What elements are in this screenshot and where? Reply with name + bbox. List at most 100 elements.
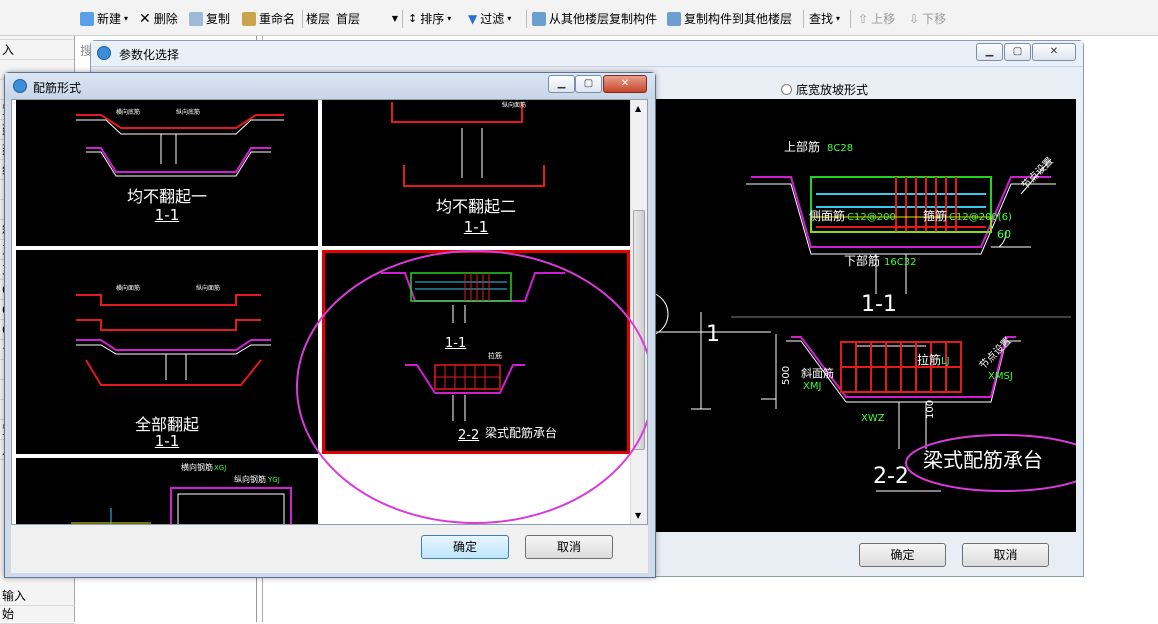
dim-100-label: 100 xyxy=(925,400,936,419)
move-up-label: 上移 xyxy=(871,12,896,26)
close-button[interactable]: ✕ xyxy=(1032,43,1076,61)
bottom-rebar-value: 16C32 xyxy=(884,257,916,268)
dim-500-label: 500 xyxy=(781,366,792,385)
param-ok-button[interactable]: 确定 xyxy=(859,543,946,567)
left-panel-bottom-row[interactable]: 输入 xyxy=(0,586,75,606)
sort-label: 排序 xyxy=(420,12,445,26)
rebar-option-3[interactable]: 横向面筋 纵向面筋 全部翻起 1-1 xyxy=(16,250,318,454)
outside-section-label: 1 xyxy=(706,322,720,347)
filter-icon: ▼ xyxy=(468,12,478,26)
horizontal-bottom-label: 横向底筋 xyxy=(116,108,140,116)
copy-to-floor-icon xyxy=(667,12,681,26)
dropdown-arrow-icon: ▾ xyxy=(836,14,841,23)
longitudinal-face-label: 纵向面筋 xyxy=(502,101,526,109)
top-rebar-label: 上部筋 xyxy=(784,139,820,154)
rebar-option-4-section-top: 1-1 xyxy=(445,336,467,351)
side-rebar-label: 侧面筋 xyxy=(809,208,845,223)
rebar-dialog-titlebar: 配筋形式 ▁ ▢ ✕ xyxy=(5,73,655,99)
floor-select-value: 首层 xyxy=(336,12,361,26)
scroll-down-icon[interactable]: ▼ xyxy=(635,511,641,520)
longitudinal-bottom-label: 纵向底筋 xyxy=(176,108,200,116)
preview-drawing: 上部筋 8C28 侧面筋 C12@200 箍筋 C12@200(6) 下部筋 1… xyxy=(645,139,1101,492)
arrow-up-icon: ⇧ xyxy=(858,12,869,26)
rename-icon xyxy=(242,12,256,26)
copy-label: 复制 xyxy=(206,12,231,26)
rebar-option-3-section: 1-1 xyxy=(154,432,180,450)
floor-label-text: 楼层 xyxy=(306,12,331,26)
rebar-option-2-section: 1-1 xyxy=(463,218,489,236)
close-button[interactable]: ✕ xyxy=(603,75,647,93)
node-settings-label: 节点设置 xyxy=(1019,155,1056,192)
minimize-button[interactable]: ▁ xyxy=(548,75,575,93)
radio-icon[interactable] xyxy=(781,84,792,95)
rebar-option-2[interactable]: 纵向面筋 均不翻起二 1-1 xyxy=(322,100,630,246)
rebar-option-5-drawing: 横向钢筋 XGJ 纵向钢筋 YGJ xyxy=(71,462,292,524)
rebar-option-1-name: 均不翻起一 xyxy=(126,187,207,206)
copy-button[interactable]: 复制 xyxy=(189,10,230,28)
top-rebar-value: 8C28 xyxy=(827,143,853,154)
toolbar-separator xyxy=(302,10,303,28)
radio-label: 底宽放坡形式 xyxy=(796,83,869,97)
rebar-gallery: 横向底筋 纵向底筋 均不翻起一 1-1 纵向面筋 均不翻起二 1-1 横向面筋 … xyxy=(11,99,648,525)
rebar-ok-button[interactable]: 确定 xyxy=(421,535,509,559)
new-button[interactable]: 新建 ▾ xyxy=(80,10,128,28)
rename-label: 重命名 xyxy=(259,12,296,26)
rename-button[interactable]: 重命名 xyxy=(242,10,295,28)
xwz-label: XWZ xyxy=(861,413,885,424)
angle-label: 60 xyxy=(997,228,1011,241)
floor-select[interactable]: 首层 ▼ xyxy=(336,10,398,28)
maximize-button[interactable]: ▢ xyxy=(575,75,602,93)
dropdown-arrow-icon: ▾ xyxy=(447,14,452,23)
delete-button[interactable]: ✕ 删除 xyxy=(139,10,178,28)
xgj-label: XGJ xyxy=(214,464,226,472)
scrollbar-thumb[interactable] xyxy=(633,210,645,450)
dropdown-arrow-icon: ▾ xyxy=(124,14,129,23)
preview-caption: 梁式配筋承台 xyxy=(923,448,1043,472)
rebar-option-4-selected[interactable]: 1-1 拉筋 2-2 梁式配筋承台 xyxy=(322,250,630,454)
left-panel-bottom-row[interactable]: 始 xyxy=(0,604,75,624)
rebar-option-2-name: 均不翻起二 xyxy=(435,197,516,216)
copy-to-floor-button[interactable]: 复制构件到其他楼层 xyxy=(667,10,792,28)
move-down-button[interactable]: ⇩ 下移 xyxy=(909,10,946,28)
sort-icon: ↕ xyxy=(408,12,418,25)
toolbar-separator xyxy=(803,10,804,28)
chevron-down-icon: ▼ xyxy=(391,14,398,23)
param-cancel-button[interactable]: 取消 xyxy=(962,543,1049,567)
minimize-button[interactable]: ▁ xyxy=(976,43,1003,61)
left-panel-row[interactable]: 入 xyxy=(0,40,74,60)
sort-button[interactable]: ↕ 排序 ▾ xyxy=(408,10,451,28)
new-label: 新建 xyxy=(97,12,122,26)
rebar-cancel-button[interactable]: 取消 xyxy=(525,535,613,559)
move-down-label: 下移 xyxy=(922,12,947,26)
radio-bottom-width-slope[interactable]: 底宽放坡形式 xyxy=(781,81,868,98)
maximize-button[interactable]: ▢ xyxy=(1004,43,1031,61)
move-up-button[interactable]: ⇧ 上移 xyxy=(858,10,895,28)
bottom-rebar-label: 下部筋 xyxy=(844,253,880,268)
copy-from-floor-icon xyxy=(532,12,546,26)
preview-canvas: 上部筋 8C28 侧面筋 C12@200 箍筋 C12@200(6) 下部筋 1… xyxy=(645,99,1101,532)
scroll-up-icon[interactable]: ▲ xyxy=(635,104,641,113)
rebar-option-4-section: 2-2 xyxy=(458,428,480,443)
section-1-1-label: 1-1 xyxy=(861,292,897,317)
longitudinal-face-label-3: 纵向面筋 xyxy=(196,284,220,292)
toolbar-separator xyxy=(526,10,527,28)
node-settings-label-2: 节点设置 xyxy=(977,335,1014,372)
filter-label: 过滤 xyxy=(480,12,505,26)
copy-from-floor-button[interactable]: 从其他楼层复制构件 xyxy=(532,10,657,28)
toolbar: 新建 ▾ ✕ 删除 复制 重命名 楼层 首层 ▼ ↕ 排序 ▾ ▼ 过滤 ▾ 从其他楼层复制构… xyxy=(0,0,1158,36)
copy-to-floor-label: 复制构件到其他楼层 xyxy=(684,12,793,26)
section-2-2-label: 2-2 xyxy=(873,464,909,489)
stirrup-value: C12@200(6) xyxy=(949,212,1012,223)
find-button[interactable]: 查找 ▾ xyxy=(809,10,840,28)
arrow-down-icon: ⇩ xyxy=(909,12,920,26)
slope-rebar-label: 斜面筋 xyxy=(801,366,834,380)
rebar-option-1-drawing: 横向底筋 纵向底筋 xyxy=(76,108,284,177)
rebar-dialog-title: 配筋形式 xyxy=(33,81,82,95)
rebar-option-5[interactable]: 横向钢筋 XGJ 纵向钢筋 YGJ xyxy=(16,458,318,524)
filter-button[interactable]: ▼ 过滤 ▾ xyxy=(468,10,511,28)
stirrup-label: 箍筋 xyxy=(923,208,947,223)
slope-rebar-value: XMJ xyxy=(803,381,821,392)
rebar-option-1[interactable]: 横向底筋 纵向底筋 均不翻起一 1-1 xyxy=(16,100,318,246)
gallery-scrollbar[interactable]: ▲ ▼ xyxy=(630,100,647,524)
new-icon xyxy=(80,12,94,26)
